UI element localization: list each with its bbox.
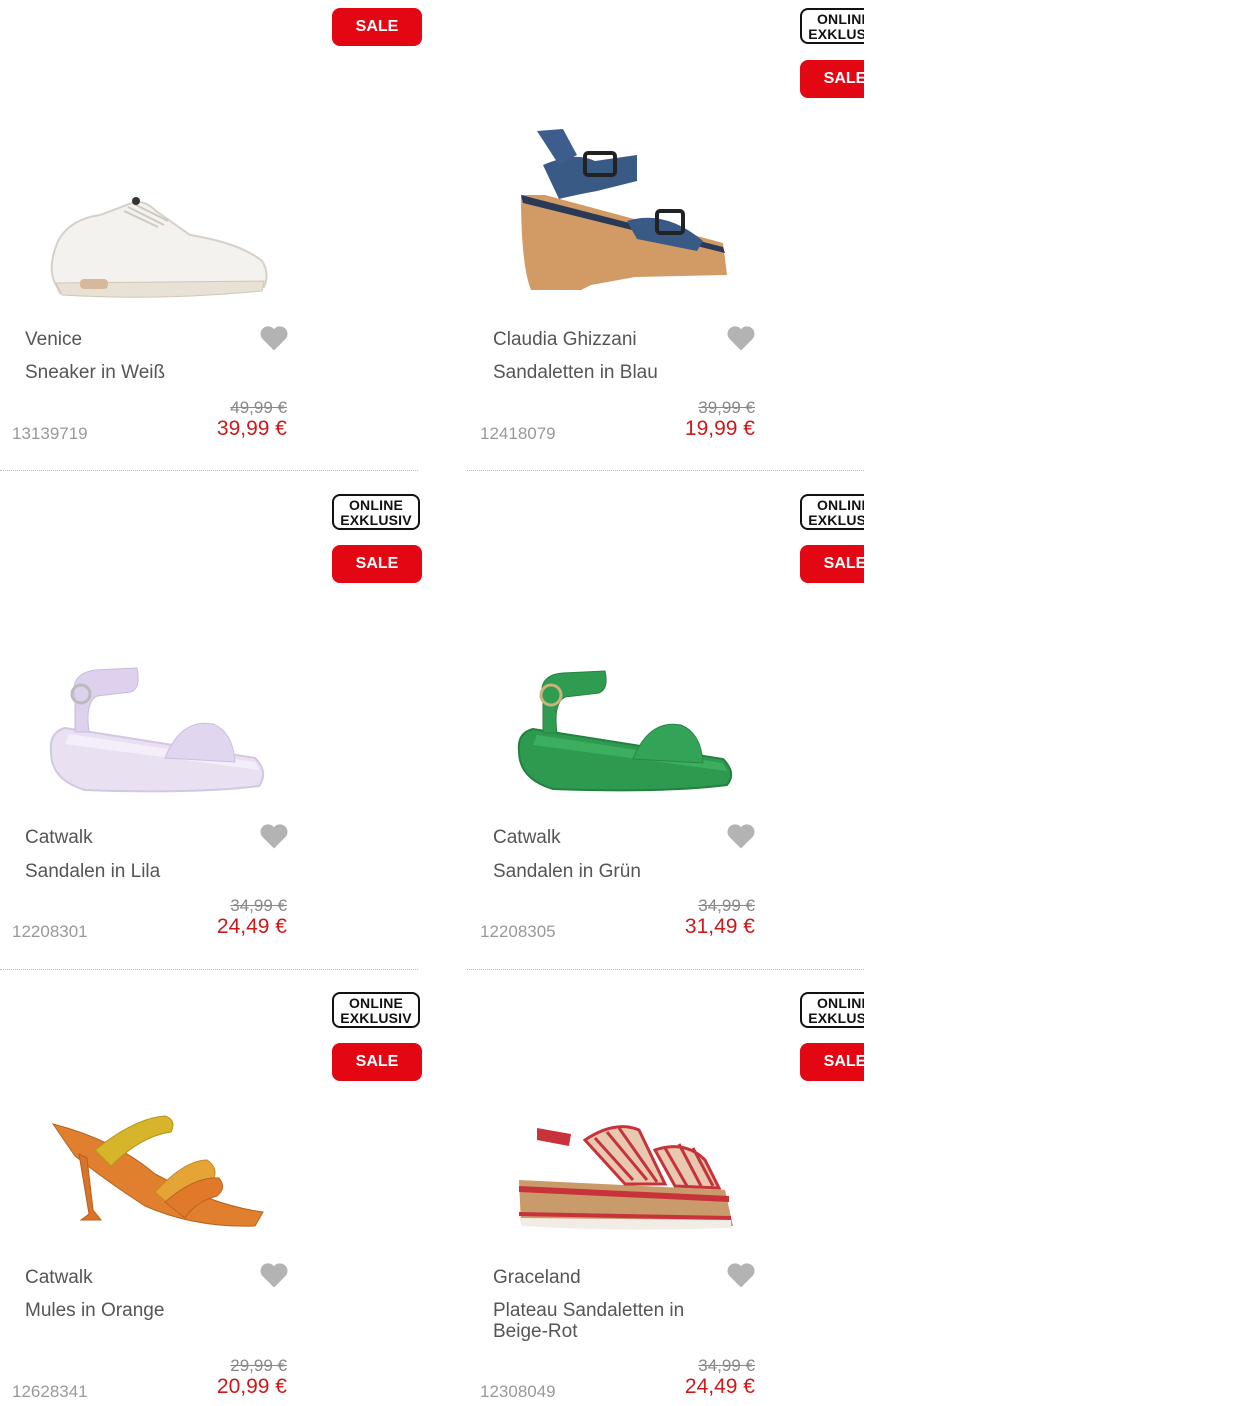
product-brand: Catwalk <box>25 827 93 848</box>
sale-price: 24,49 € <box>216 915 287 938</box>
product-image-blue-denim-platform-sandal[interactable] <box>515 125 735 295</box>
card-divider <box>467 470 864 471</box>
old-price: 49,99 € <box>230 398 287 417</box>
product-image-lilac-sandal[interactable] <box>45 662 270 797</box>
article-number: 12308049 <box>480 1382 556 1401</box>
heart-icon[interactable] <box>726 1261 756 1289</box>
heart-icon[interactable] <box>726 324 756 352</box>
product-brand: Venice <box>25 329 83 350</box>
product-name: Sneaker in Weiß <box>25 362 166 383</box>
product-card[interactable]: ONLINE EXKLUSIV SALE Catwalk Sandalen in… <box>0 472 430 970</box>
online-exclusive-badge: ONLINE EXKLUSIV <box>332 992 420 1028</box>
online-exclusive-badge: ONLINE EXKLUSIV <box>800 494 864 530</box>
product-image-white-sneaker[interactable] <box>40 185 280 305</box>
product-card[interactable]: ONLINE EXKLUSIV SALE Claudia Ghizzani Sa… <box>467 0 864 472</box>
sale-badge: SALE <box>332 545 422 583</box>
product-name: Sandalen in Grün <box>493 861 641 882</box>
online-exclusive-badge: ONLINE EXKLUSIV <box>800 8 864 44</box>
old-price: 34,99 € <box>698 896 755 915</box>
product-name: Plateau Sandaletten in Beige-Rot <box>493 1300 685 1342</box>
old-price: 34,99 € <box>698 1356 755 1375</box>
heart-icon[interactable] <box>259 324 289 352</box>
article-number: 12628341 <box>12 1382 88 1401</box>
product-grid: SALE Venice Sneaker in Weiß 49,99 € 39,9… <box>0 0 1250 1406</box>
product-image-striped-platform-sandal[interactable] <box>515 1120 735 1235</box>
article-number: 12418079 <box>480 424 556 443</box>
product-image-green-sandal[interactable] <box>513 667 738 797</box>
sale-price: 39,99 € <box>216 417 287 440</box>
old-price: 29,99 € <box>230 1356 287 1375</box>
online-exclusive-badge: ONLINE EXKLUSIV <box>332 494 420 530</box>
article-number: 12208305 <box>480 922 556 941</box>
heart-icon[interactable] <box>259 822 289 850</box>
product-brand: Catwalk <box>25 1267 93 1288</box>
heart-icon[interactable] <box>259 1261 289 1289</box>
old-price: 34,99 € <box>230 896 287 915</box>
product-brand: Catwalk <box>493 827 561 848</box>
product-card[interactable]: ONLINE EXKLUSIV SALE Catwalk Sandalen in… <box>467 472 864 970</box>
sale-badge: SALE <box>800 60 864 98</box>
sale-price: 20,99 € <box>216 1375 287 1398</box>
sale-badge: SALE <box>800 1043 864 1081</box>
product-image-orange-gold-mule[interactable] <box>45 1110 270 1235</box>
product-name: Sandalen in Lila <box>25 861 161 882</box>
online-exclusive-badge: ONLINE EXKLUSIV <box>800 992 864 1028</box>
article-number: 13139719 <box>12 424 88 443</box>
sale-badge: SALE <box>332 1043 422 1081</box>
sale-price: 19,99 € <box>684 417 755 440</box>
product-card[interactable]: SALE Venice Sneaker in Weiß 49,99 € 39,9… <box>0 0 430 472</box>
article-number: 12208301 <box>12 922 88 941</box>
sale-badge: SALE <box>332 8 422 46</box>
product-card[interactable]: ONLINE EXKLUSIV SALE Catwalk Mules in Or… <box>0 970 430 1406</box>
product-card[interactable]: ONLINE EXKLUSIV SALE Graceland Plateau S… <box>467 970 864 1406</box>
sale-price: 24,49 € <box>684 1375 755 1398</box>
sale-badge: SALE <box>800 545 864 583</box>
product-brand: Graceland <box>493 1267 581 1288</box>
sale-price: 31,49 € <box>684 915 755 938</box>
heart-icon[interactable] <box>726 822 756 850</box>
old-price: 39,99 € <box>698 398 755 417</box>
product-name: Mules in Orange <box>25 1300 165 1321</box>
product-brand: Claudia Ghizzani <box>493 329 637 350</box>
card-divider <box>0 470 418 471</box>
product-name: Sandaletten in Blau <box>493 362 658 383</box>
